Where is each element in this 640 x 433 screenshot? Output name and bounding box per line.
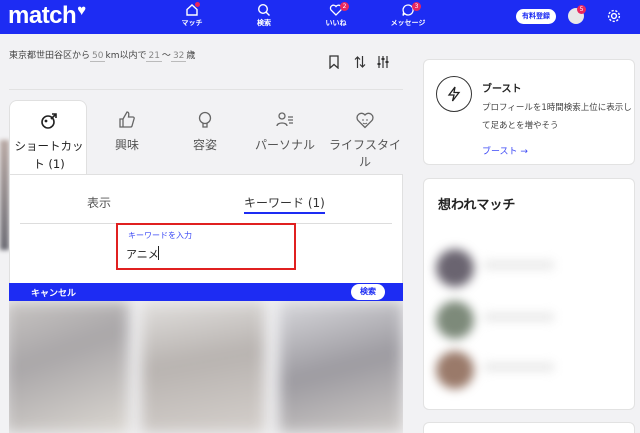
nav-search[interactable]: 検索 bbox=[242, 2, 286, 28]
tab-appearance-label: 容姿 bbox=[192, 138, 217, 152]
age-min-value[interactable]: 21 bbox=[146, 51, 162, 62]
likes-badge: 2 bbox=[340, 2, 349, 11]
nav-likes-label: いいね bbox=[325, 19, 347, 27]
distance-unit: km以内で bbox=[105, 51, 147, 61]
tab-lifestyle-label: ライフスタイル bbox=[328, 138, 401, 169]
shortcut-panel: 表示 キーワード (1) キーワードを入力 アニメ bbox=[9, 174, 403, 286]
boost-title: ブースト bbox=[482, 84, 522, 95]
nav-match-label: マッチ bbox=[181, 19, 203, 27]
recommended-item[interactable] bbox=[434, 299, 624, 339]
boost-link[interactable]: ブースト → bbox=[482, 144, 528, 157]
boost-icon-circle bbox=[436, 76, 472, 112]
next-card bbox=[423, 422, 635, 433]
messages-badge: 3 bbox=[412, 2, 421, 11]
keyword-input[interactable]: アニメ bbox=[126, 246, 276, 262]
recommended-item[interactable] bbox=[434, 247, 624, 287]
tab-interests[interactable]: 興味 bbox=[88, 110, 166, 153]
action-bar: キャンセル 検索 bbox=[9, 283, 403, 301]
distance-value[interactable]: 50 bbox=[90, 51, 106, 62]
recommended-card: 想われマッチ bbox=[423, 178, 635, 410]
lightbulb-icon bbox=[198, 111, 212, 128]
tab-shortcut-label: ショートカット (1) bbox=[14, 139, 84, 171]
boost-card: ブースト プロフィールを1時間検索上位に表示して足あとを増やそう ブースト → bbox=[423, 59, 635, 165]
search-conditions[interactable]: 東京都世田谷区から 50 km以内で 21 〜 32 歳 bbox=[9, 48, 195, 62]
filter-sliders-icon[interactable] bbox=[376, 54, 390, 73]
tab-personal-label: パーソナル bbox=[254, 138, 315, 152]
person-list-icon bbox=[276, 112, 293, 127]
nav-messages[interactable]: 3 メッセージ bbox=[386, 2, 430, 28]
age-unit: 歳 bbox=[186, 51, 196, 61]
search-button[interactable]: 検索 bbox=[351, 284, 385, 300]
divider bbox=[9, 89, 403, 90]
range-separator: 〜 bbox=[161, 51, 171, 61]
tab-interests-label: 興味 bbox=[114, 138, 139, 152]
blurred-photo-edge bbox=[0, 140, 9, 250]
boost-description: プロフィールを1時間検索上位に表示して足あとを増やそう bbox=[482, 103, 632, 131]
tab-appearance[interactable]: 容姿 bbox=[166, 110, 244, 153]
bolt-icon bbox=[447, 86, 461, 102]
tab-personal[interactable]: パーソナル bbox=[246, 110, 324, 153]
nav-search-label: 検索 bbox=[257, 19, 271, 27]
tab-lifestyle[interactable]: ライフスタイル bbox=[326, 110, 404, 170]
keyword-field[interactable]: キーワードを入力 アニメ bbox=[116, 223, 296, 270]
nav-match-dot bbox=[195, 2, 200, 7]
tab-shortcut[interactable]: ショートカット (1) bbox=[9, 100, 87, 176]
nav-likes[interactable]: 2 いいね bbox=[314, 2, 358, 28]
recommended-title: 想われマッチ bbox=[438, 198, 516, 213]
from-text: から bbox=[72, 51, 91, 61]
nav-messages-label: メッセージ bbox=[390, 19, 426, 27]
bookmark-icon[interactable] bbox=[328, 54, 340, 73]
avatar-badge: 5 bbox=[577, 5, 586, 14]
subtab-display[interactable]: 表示 bbox=[87, 194, 111, 211]
sort-icon[interactable] bbox=[354, 54, 366, 73]
search-icon bbox=[257, 3, 270, 16]
result-card[interactable] bbox=[279, 301, 403, 433]
cancel-button[interactable]: キャンセル bbox=[31, 286, 76, 299]
location-text: 東京都世田谷区 bbox=[9, 51, 73, 61]
search-results-blurred bbox=[9, 301, 403, 433]
heart-face-icon bbox=[356, 112, 374, 129]
match-logo[interactable]: match♥ bbox=[8, 2, 86, 30]
premium-register-button[interactable]: 有料登録 bbox=[516, 9, 556, 24]
logo-heart-icon: ♥ bbox=[77, 2, 86, 19]
top-navigation-bar: match♥ マッチ 検索 2 いいね 3 メッセージ 有料登録 5 bbox=[0, 0, 640, 34]
keyword-field-label: キーワードを入力 bbox=[128, 231, 192, 240]
result-card[interactable] bbox=[9, 301, 129, 433]
nav-match[interactable]: マッチ bbox=[170, 2, 214, 28]
bolt-hand-icon bbox=[41, 113, 57, 129]
recommended-item[interactable] bbox=[434, 349, 624, 389]
age-max-value[interactable]: 32 bbox=[170, 51, 187, 62]
text-caret bbox=[158, 246, 159, 260]
gear-icon[interactable] bbox=[606, 8, 622, 24]
thumbs-up-icon bbox=[119, 111, 135, 128]
result-card[interactable] bbox=[141, 301, 265, 433]
subtab-keyword[interactable]: キーワード (1) bbox=[244, 194, 325, 214]
